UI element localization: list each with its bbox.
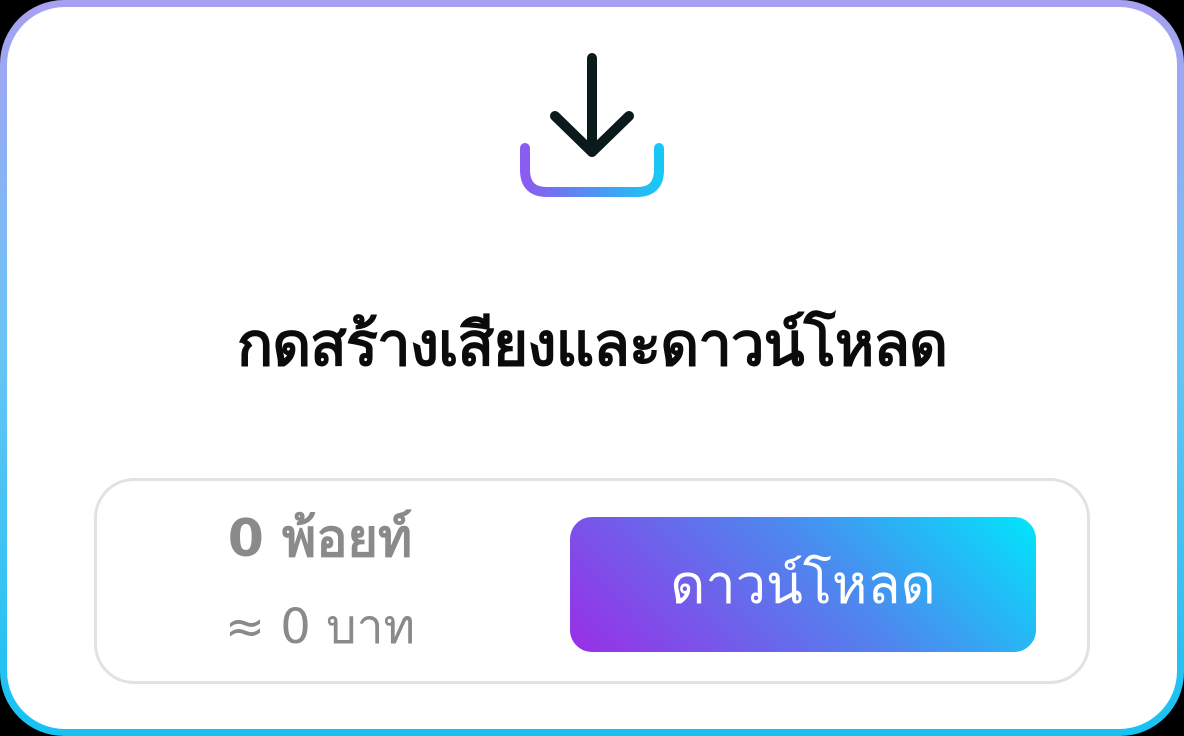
download-icon — [520, 53, 664, 197]
points-cost: 0 พ้อยท์ — [227, 509, 413, 569]
baht-cost: ≈ 0 บาท — [224, 599, 416, 655]
download-button-label: ดาวน์โหลด — [670, 553, 936, 616]
page-title: กดสร้างเสียงและดาวน์โหลด — [236, 310, 948, 380]
download-button[interactable]: ดาวน์โหลด — [570, 517, 1036, 652]
